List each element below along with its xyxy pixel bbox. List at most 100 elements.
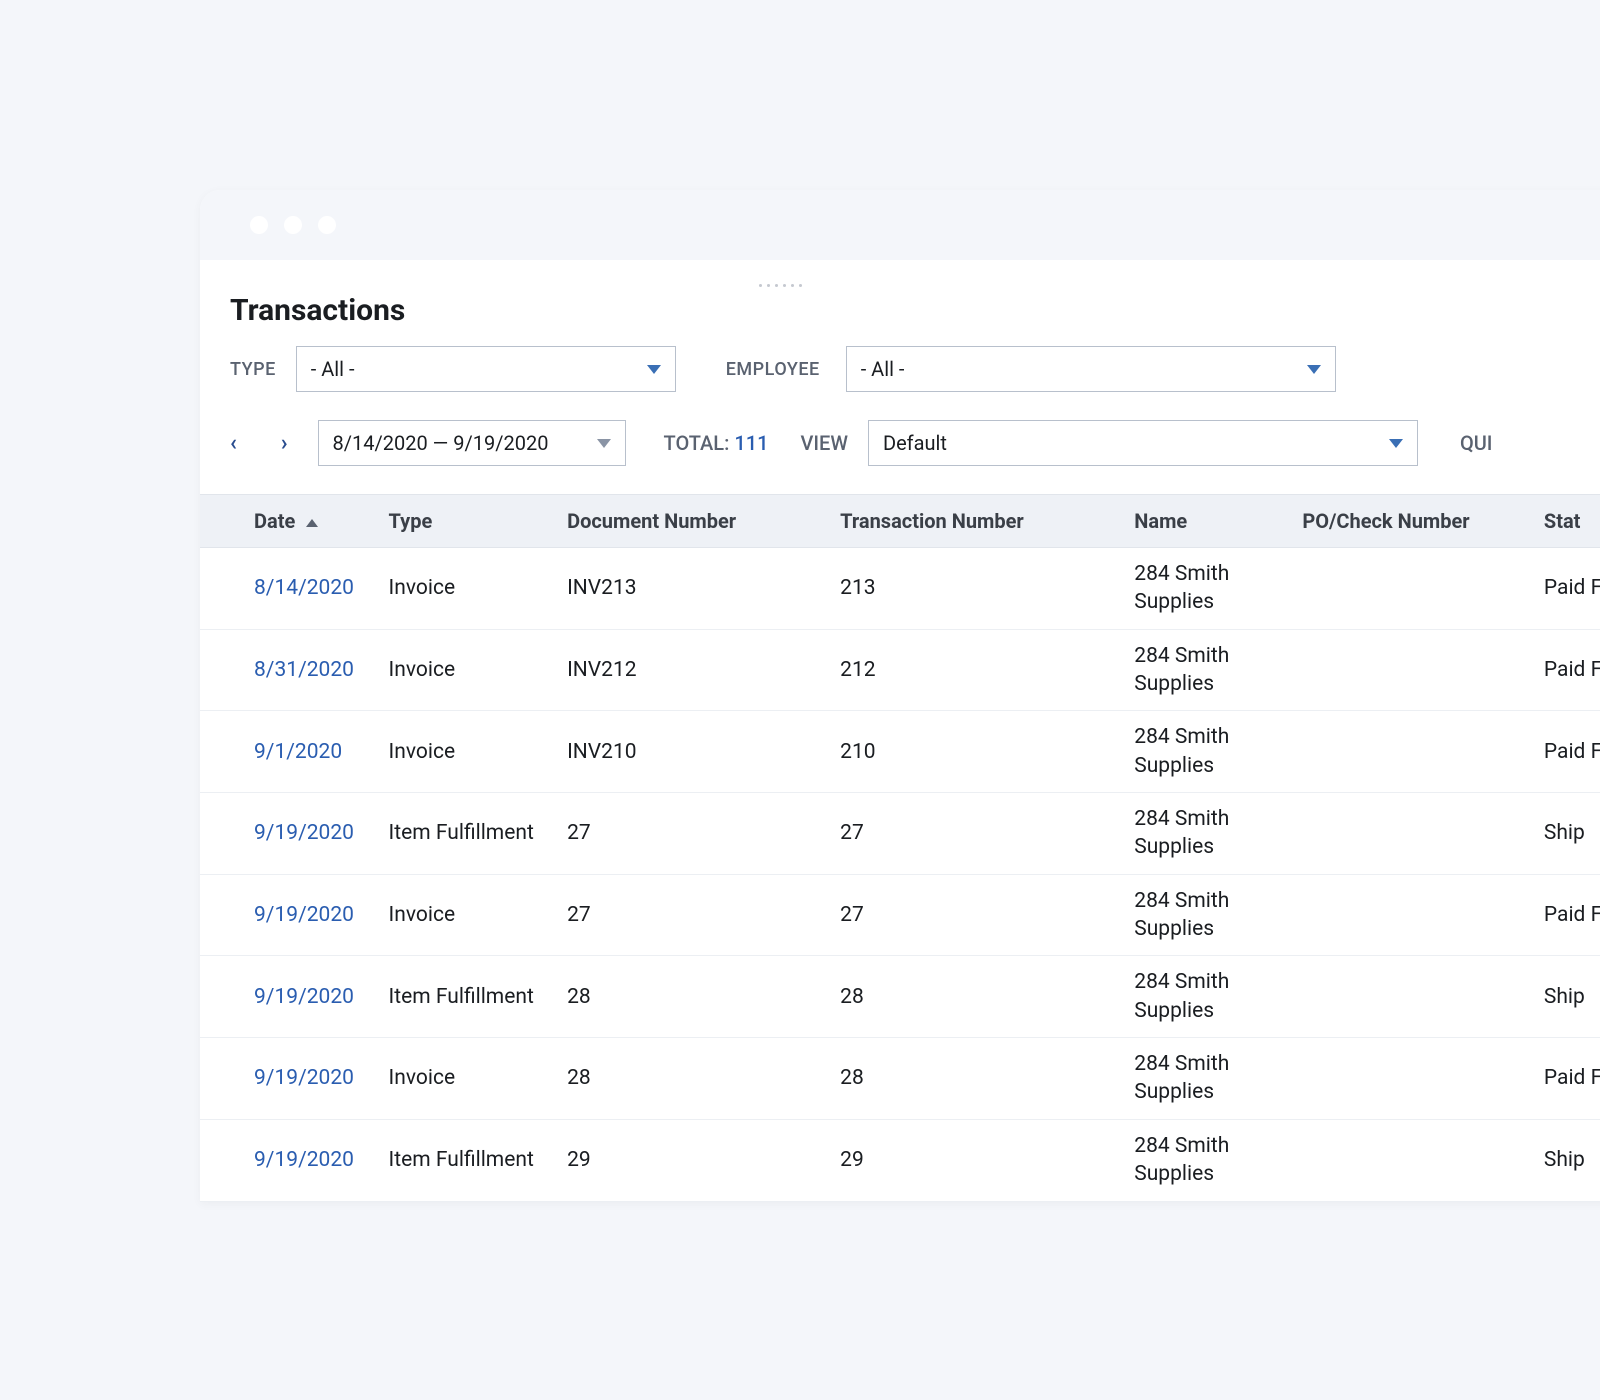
cell-type: Invoice <box>379 874 558 956</box>
type-label: TYPE <box>230 359 276 380</box>
col-header-name[interactable]: Name <box>1124 495 1292 548</box>
cell-name: 284 Smith Supplies <box>1124 874 1292 956</box>
view-label: VIEW <box>800 431 847 455</box>
date-link[interactable]: 9/19/2020 <box>254 1066 354 1090</box>
cell-type: Invoice <box>379 711 558 793</box>
cell-status: Paid Full <box>1534 874 1600 956</box>
cell-type: Invoice <box>379 1038 558 1120</box>
cell-docnum: 28 <box>557 956 830 1038</box>
cell-type: Item Fulfillment <box>379 793 558 875</box>
total-label: TOTAL: 111 <box>664 431 769 455</box>
cell-po <box>1292 956 1534 1038</box>
cell-docnum: 27 <box>557 793 830 875</box>
titlebar <box>200 190 1600 260</box>
col-header-date[interactable]: Date <box>200 495 379 548</box>
total-value: 111 <box>734 431 768 455</box>
table-row: 9/1/2020InvoiceINV210210284 Smith Suppli… <box>200 711 1600 793</box>
caret-down-icon <box>1307 365 1321 374</box>
cell-status: Paid Full <box>1534 1038 1600 1120</box>
date-link[interactable]: 9/19/2020 <box>254 903 354 927</box>
cell-docnum: 27 <box>557 874 830 956</box>
date-range-value: 8/14/2020 — 9/19/2020 <box>333 431 549 455</box>
cell-po <box>1292 548 1534 630</box>
filters-row-2: ‹ › 8/14/2020 — 9/19/2020 TOTAL: 111 VIE… <box>200 420 1600 466</box>
col-header-docnum[interactable]: Document Number <box>557 495 830 548</box>
table-row: 9/19/2020Item Fulfillment2828284 Smith S… <box>200 956 1600 1038</box>
cell-status: Ship <box>1534 956 1600 1038</box>
date-link[interactable]: 9/19/2020 <box>254 1148 354 1172</box>
date-link[interactable]: 9/19/2020 <box>254 821 354 845</box>
cell-name: 284 Smith Supplies <box>1124 548 1292 630</box>
caret-down-icon <box>597 439 611 448</box>
page-title: Transactions <box>200 293 1600 346</box>
cell-po <box>1292 629 1534 711</box>
table-row: 9/19/2020Item Fulfillment2727284 Smith S… <box>200 793 1600 875</box>
date-link[interactable]: 9/1/2020 <box>254 740 342 764</box>
date-link[interactable]: 8/14/2020 <box>254 576 354 600</box>
cell-txnnum: 210 <box>830 711 1124 793</box>
cell-name: 284 Smith Supplies <box>1124 793 1292 875</box>
col-header-date-text: Date <box>254 509 295 533</box>
cell-txnnum: 27 <box>830 874 1124 956</box>
cell-docnum: 29 <box>557 1119 830 1201</box>
sort-asc-icon <box>306 519 318 527</box>
table-row: 8/14/2020 InvoiceINV213213284 Smith Suppl… <box>200 548 1600 630</box>
cell-type: Invoice <box>379 629 558 711</box>
date-range-select[interactable]: 8/14/2020 — 9/19/2020 <box>318 420 626 466</box>
window-dot <box>284 216 302 234</box>
type-select[interactable]: - All - <box>296 346 676 392</box>
cell-status: Ship <box>1534 1119 1600 1201</box>
table-row: 8/31/2020InvoiceINV212212284 Smith Suppl… <box>200 629 1600 711</box>
cell-name: 284 Smith Supplies <box>1124 1038 1292 1120</box>
cell-status: Ship <box>1534 793 1600 875</box>
transactions-table: Date Type Document Number Transaction Nu… <box>200 494 1600 1202</box>
table-row: 9/19/2020Item Fulfillment2929284 Smith S… <box>200 1119 1600 1201</box>
cell-txnnum: 27 <box>830 793 1124 875</box>
cell-name: 284 Smith Supplies <box>1124 1119 1292 1201</box>
cell-po <box>1292 1119 1534 1201</box>
employee-select[interactable]: - All - <box>846 346 1336 392</box>
view-select-value: Default <box>883 431 947 455</box>
type-select-value: - All - <box>311 357 355 381</box>
employee-select-value: - All - <box>861 357 905 381</box>
cell-type: Item Fulfillment <box>379 1119 558 1201</box>
chevron-left-icon[interactable]: ‹ <box>230 431 237 456</box>
app-window: Transactions TYPE - All - EMPLOYEE - All… <box>200 190 1600 1202</box>
cell-po <box>1292 1038 1534 1120</box>
date-nav: ‹ › <box>230 431 288 456</box>
cell-type: Invoice <box>379 548 558 630</box>
table-header-row: Date Type Document Number Transaction Nu… <box>200 495 1600 548</box>
cell-txnnum: 28 <box>830 956 1124 1038</box>
cell-docnum: INV213 <box>557 548 830 630</box>
col-header-txnnum[interactable]: Transaction Number <box>830 495 1124 548</box>
date-link[interactable]: 8/31/2020 <box>254 658 354 682</box>
cell-po <box>1292 793 1534 875</box>
view-select[interactable]: Default <box>868 420 1418 466</box>
table-row: 9/19/2020Invoice2828284 Smith SuppliesPa… <box>200 1038 1600 1120</box>
col-header-status[interactable]: Stat <box>1534 495 1600 548</box>
cell-txnnum: 213 <box>830 548 1124 630</box>
cell-status: Paid Full <box>1534 629 1600 711</box>
col-header-type[interactable]: Type <box>379 495 558 548</box>
window-dot <box>250 216 268 234</box>
cell-po <box>1292 711 1534 793</box>
cell-name: 284 Smith Supplies <box>1124 711 1292 793</box>
cell-txnnum: 212 <box>830 629 1124 711</box>
window-dot <box>318 216 336 234</box>
cell-name: 284 Smith Supplies <box>1124 629 1292 711</box>
cell-status: Paid Full <box>1534 548 1600 630</box>
content-area: Transactions TYPE - All - EMPLOYEE - All… <box>200 260 1600 1202</box>
cell-name: 284 Smith Supplies <box>1124 956 1292 1038</box>
cell-txnnum: 28 <box>830 1038 1124 1120</box>
total-label-text: TOTAL: <box>664 431 730 455</box>
chevron-right-icon[interactable]: › <box>281 431 288 456</box>
cell-docnum: 28 <box>557 1038 830 1120</box>
col-header-po[interactable]: PO/Check Number <box>1292 495 1534 548</box>
cell-status: Paid Full <box>1534 711 1600 793</box>
quick-label: QUI <box>1460 431 1493 455</box>
cell-txnnum: 29 <box>830 1119 1124 1201</box>
caret-down-icon <box>647 365 661 374</box>
drag-handle-icon[interactable] <box>200 284 1600 287</box>
date-link[interactable]: 9/19/2020 <box>254 985 354 1009</box>
table-row: 9/19/2020Invoice2727284 Smith SuppliesPa… <box>200 874 1600 956</box>
